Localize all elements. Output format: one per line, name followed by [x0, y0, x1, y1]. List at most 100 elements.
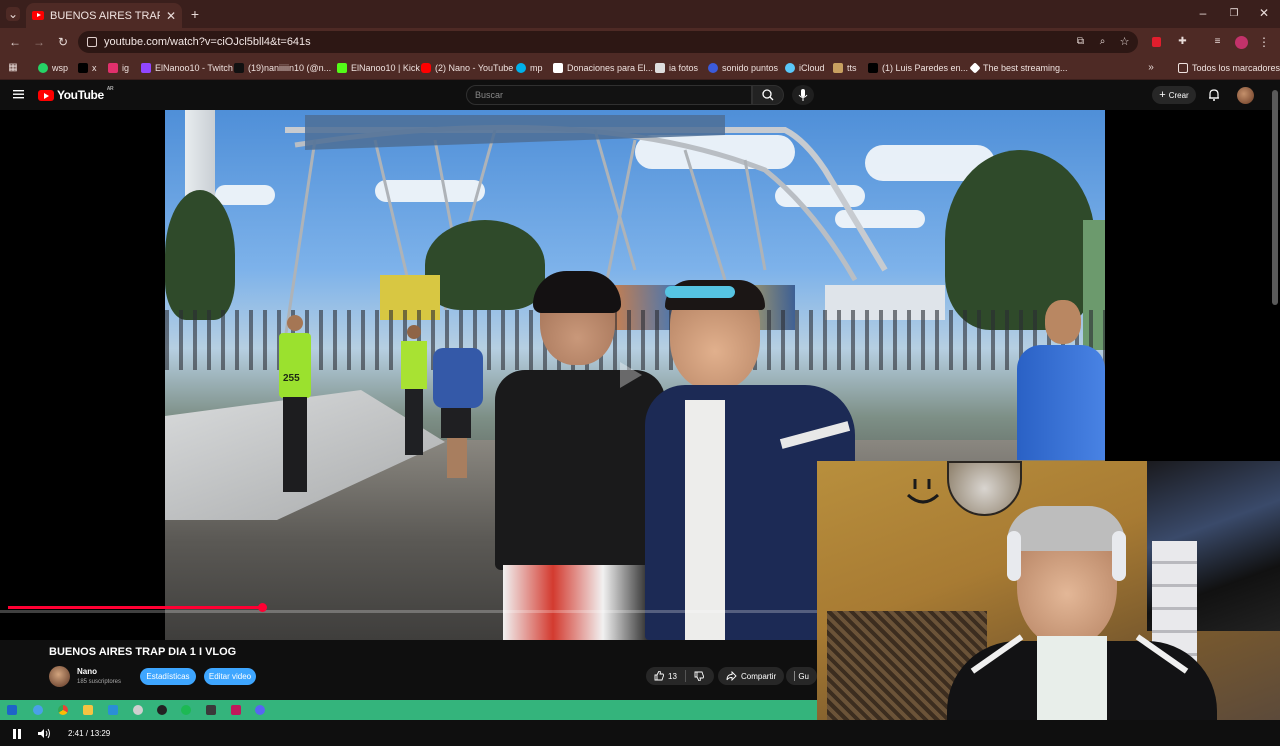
bookmark-0[interactable]: wsp	[38, 60, 68, 76]
taskbar-app-icon[interactable]	[206, 705, 216, 715]
bookmark-7[interactable]: mp	[516, 60, 543, 76]
like-count: 13	[668, 672, 677, 681]
voice-search-button[interactable]	[792, 85, 814, 105]
bookmark-14-icon	[969, 62, 980, 73]
taskbar-discord-icon[interactable]	[255, 705, 265, 715]
webcam-streamer	[937, 501, 1227, 720]
window-minimize-icon[interactable]: –	[1196, 6, 1210, 20]
bookmark-8[interactable]: Donaciones para El...	[553, 60, 653, 76]
extensions-puzzle-icon[interactable]: ✚	[1176, 35, 1189, 48]
scene-person-edge	[1017, 300, 1105, 460]
bookmark-7-icon	[516, 63, 526, 73]
apps-grid-icon[interactable]: ▦	[7, 61, 19, 73]
url-text: youtube.com/watch?v=ciOJcl5bll4&t=641s	[104, 36, 311, 48]
scene-guard: 255	[265, 315, 325, 495]
profile-avatar-icon[interactable]	[1235, 36, 1248, 49]
edit-video-button[interactable]: Editar video	[204, 668, 256, 685]
account-avatar[interactable]	[1237, 87, 1254, 104]
bookmark-11-icon	[785, 63, 795, 73]
hamburger-menu-icon[interactable]	[13, 89, 24, 99]
site-info-icon[interactable]	[87, 37, 97, 47]
search-input[interactable]: Buscar	[466, 85, 752, 105]
start-windows-icon[interactable]	[7, 705, 17, 715]
progress-played[interactable]	[8, 606, 262, 609]
bookmark-10[interactable]: sonido puntos	[708, 60, 778, 76]
reading-list-icon[interactable]: ≡	[1211, 35, 1224, 48]
taskbar-chrome-icon[interactable]	[58, 705, 68, 715]
taskbar-folder-icon[interactable]	[83, 705, 93, 715]
create-button[interactable]: +Crear	[1152, 86, 1196, 104]
bookmark-3[interactable]: ElNanoo10 - Twitch	[141, 60, 233, 76]
bookmark-13[interactable]: (1) Luis Paredes en...	[868, 60, 968, 76]
tab-title: BUENOS AIRES TRAP DIA 1 I VL	[50, 10, 160, 22]
bookmarks-bar: ▦ wsp x ig ElNanoo10 - Twitch (19)naniii…	[0, 56, 1280, 80]
bookmark-13-icon	[868, 63, 878, 73]
back-arrow-icon[interactable]: ←	[8, 34, 22, 50]
search-placeholder: Buscar	[475, 90, 503, 100]
like-divider	[685, 670, 686, 682]
all-bookmarks-label: Todos los marcadores	[1192, 63, 1280, 73]
taskbar-spotify-icon[interactable]	[181, 705, 191, 715]
save-button[interactable]: Gu	[786, 667, 817, 685]
progress-track[interactable]	[0, 610, 820, 613]
forward-arrow-icon[interactable]: →	[32, 34, 46, 50]
channel-name[interactable]: Nano	[77, 667, 97, 676]
extension-red-icon[interactable]	[1152, 37, 1161, 47]
bookmark-13-label: (1) Luis Paredes en...	[882, 63, 968, 73]
progress-scrubber-handle[interactable]	[258, 603, 267, 612]
bookmark-4[interactable]: (19)naniiiiin10 (@n...	[234, 60, 331, 76]
all-bookmarks-folder[interactable]: Todos los marcadores	[1178, 60, 1280, 76]
bookmark-1[interactable]: x	[78, 60, 97, 76]
bookmark-11[interactable]: iCloud	[785, 60, 825, 76]
channel-avatar[interactable]	[49, 666, 70, 687]
bookmark-0-icon	[38, 63, 48, 73]
reload-icon[interactable]: ↻	[56, 34, 70, 50]
thumbs-down-icon[interactable]	[694, 671, 704, 681]
bookmark-9[interactable]: ia fotos	[655, 60, 698, 76]
install-app-icon[interactable]: ⧉	[1074, 35, 1087, 48]
bookmark-2-icon	[108, 63, 118, 73]
bookmark-14-label: The best streaming...	[983, 63, 1068, 73]
share-button[interactable]: Compartir	[718, 667, 784, 685]
taskbar-app-icon[interactable]	[133, 705, 143, 715]
address-bar[interactable]: youtube.com/watch?v=ciOJcl5bll4&t=641s	[78, 31, 1138, 53]
bookmark-6[interactable]: (2) Nano - YouTube	[421, 60, 513, 76]
bookmark-6-icon	[421, 63, 431, 73]
browser-menu-icon[interactable]: ⋮	[1259, 35, 1269, 48]
taskbar-obs-icon[interactable]	[157, 705, 167, 715]
search-button[interactable]	[752, 85, 784, 105]
center-play-watermark-icon	[620, 362, 642, 388]
like-dislike-group: 13	[646, 667, 714, 685]
bookmark-2[interactable]: ig	[108, 60, 129, 76]
youtube-favicon-icon	[32, 11, 44, 20]
bookmark-0-label: wsp	[52, 63, 68, 73]
bookmark-5[interactable]: ElNanoo10 | Kick	[337, 60, 420, 76]
bookmark-12[interactable]: tts	[833, 60, 857, 76]
window-restore-icon[interactable]: ❐	[1227, 6, 1241, 20]
tab-close-icon[interactable]: ✕	[166, 9, 176, 23]
bookmark-star-icon[interactable]: ☆	[1118, 35, 1131, 48]
subscriber-count: 185 suscriptores	[77, 679, 121, 685]
volume-icon[interactable]	[38, 728, 51, 739]
bookmark-3-icon	[141, 63, 151, 73]
like-button[interactable]: 13	[654, 671, 677, 681]
zoom-icon[interactable]: ⌕	[1096, 35, 1109, 48]
os-taskbar	[0, 700, 817, 720]
new-tab-plus-icon[interactable]: +	[188, 6, 202, 22]
taskbar-app-icon[interactable]	[231, 705, 241, 715]
pause-icon[interactable]	[12, 729, 22, 739]
tab-search-chevron-icon[interactable]: ⌄	[6, 7, 20, 21]
youtube-logo[interactable]: YouTube AR	[38, 88, 113, 102]
bookmark-8-icon	[553, 63, 563, 73]
bookmark-14[interactable]: The best streaming...	[971, 60, 1068, 76]
stats-button[interactable]: Estadísticas	[140, 668, 196, 685]
tab-youtube-video[interactable]: BUENOS AIRES TRAP DIA 1 I VL ✕	[26, 3, 182, 28]
notifications-bell-icon[interactable]	[1208, 88, 1220, 101]
bookmark-9-label: ia fotos	[669, 63, 698, 73]
window-close-icon[interactable]: ✕	[1257, 6, 1271, 20]
more-bookmarks-chevron-icon[interactable]: »	[1146, 61, 1156, 73]
page-scrollbar[interactable]	[1272, 90, 1278, 305]
taskbar-app-icon[interactable]	[33, 705, 43, 715]
taskbar-app-icon[interactable]	[108, 705, 118, 715]
bookmark-12-icon	[833, 63, 843, 73]
